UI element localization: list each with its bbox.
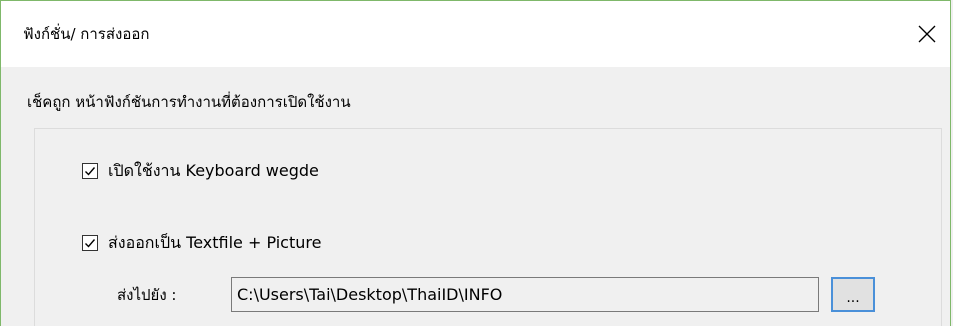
close-button[interactable]: [904, 1, 950, 67]
keyboard-wedge-label: เปิดใช้งาน Keyboard wegde: [108, 160, 319, 180]
browse-button[interactable]: ...: [831, 277, 875, 312]
instruction-text: เช็คถูก หน้าฟังก์ชันการทำงานที่ต้องการเป…: [27, 93, 351, 111]
close-icon: [918, 25, 936, 43]
title-bar: ฟังก์ชั่น/ การส่งออก: [1, 1, 950, 67]
keyboard-wedge-option[interactable]: เปิดใช้งาน Keyboard wegde: [82, 159, 319, 183]
destination-path-input[interactable]: [231, 277, 819, 312]
export-textfile-option[interactable]: ส่งออกเป็น Textfile + Picture: [82, 231, 321, 255]
destination-label: ส่งไปยัง :: [117, 286, 177, 304]
dialog-window: ฟังก์ชั่น/ การส่งออก เช็คถูก หน้าฟังก์ชั…: [0, 0, 951, 326]
browse-button-label: ...: [846, 289, 860, 306]
checkmark-icon: [85, 239, 96, 248]
keyboard-wedge-checkbox[interactable]: [82, 163, 98, 179]
checkmark-icon: [85, 167, 96, 176]
window-title: ฟังก์ชั่น/ การส่งออก: [23, 25, 150, 43]
export-textfile-checkbox[interactable]: [82, 235, 98, 251]
export-textfile-label: ส่งออกเป็น Textfile + Picture: [108, 232, 322, 252]
